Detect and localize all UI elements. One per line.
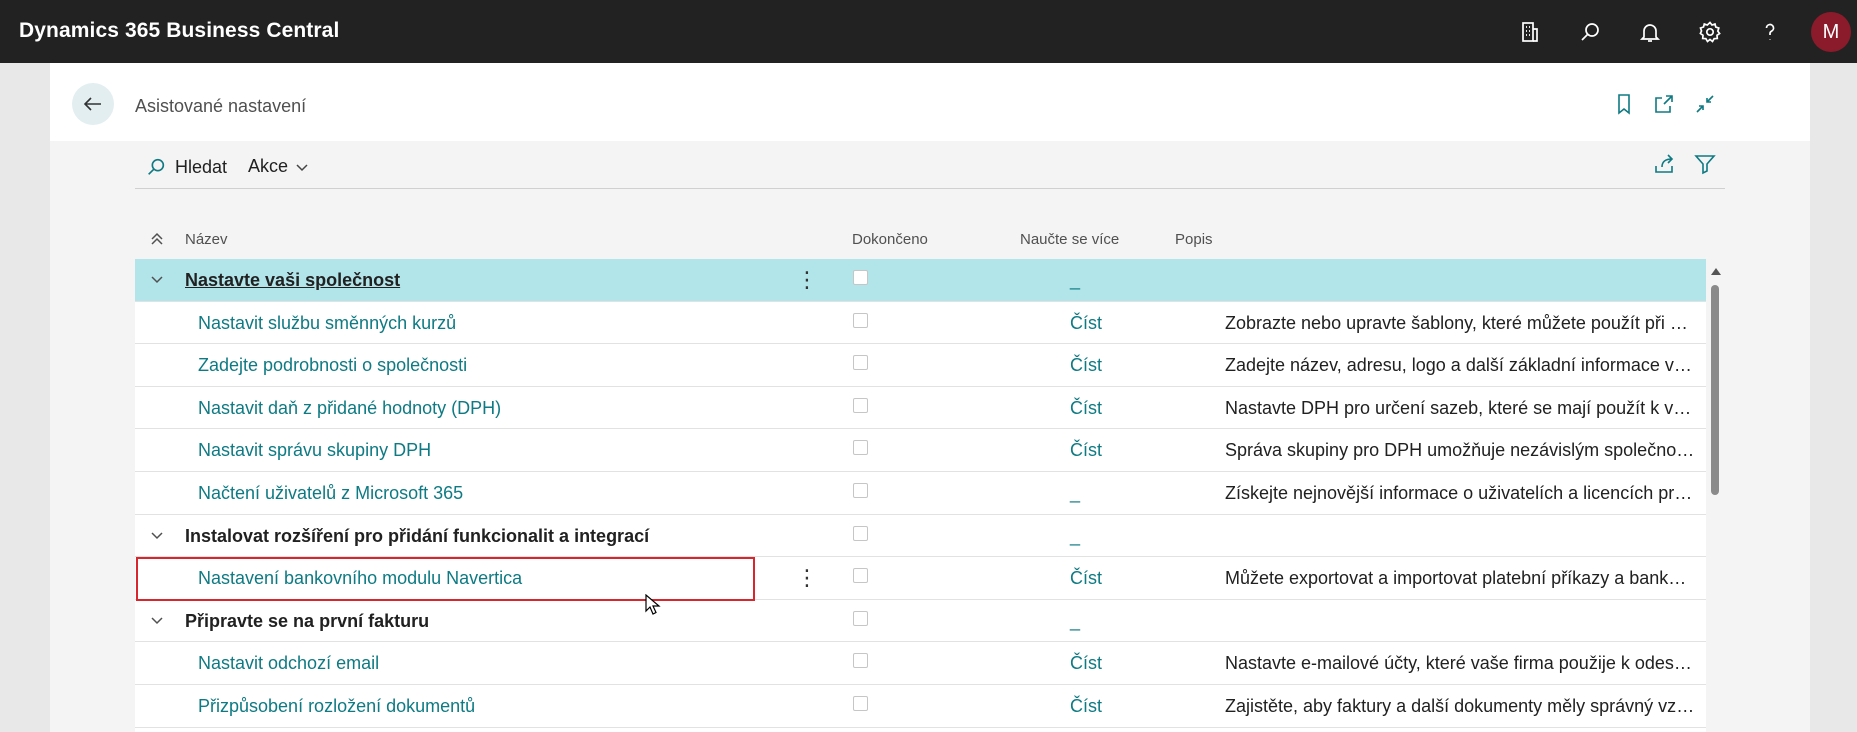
completed-checkbox xyxy=(853,568,868,584)
setup-link[interactable]: Přizpůsobení rozložení dokumentů xyxy=(198,696,475,717)
actions-label: Akce xyxy=(248,156,289,176)
search-icon xyxy=(148,158,165,175)
chevron-down-icon xyxy=(296,163,308,171)
description-text: Můžete exportovat a importovat platební … xyxy=(1225,568,1695,589)
search-label: Hledat xyxy=(175,156,228,177)
setup-link[interactable]: Nastavit odchozí email xyxy=(198,653,379,674)
learn-more-link[interactable]: Číst xyxy=(1070,696,1102,717)
description-text: Zadejte název, adresu, logo a další zákl… xyxy=(1225,355,1695,376)
group-title[interactable]: Instalovat rozšíření pro přidání funkcio… xyxy=(185,526,649,547)
group-title[interactable]: Nastavte vaši společnost xyxy=(185,270,400,291)
completed-checkbox xyxy=(853,696,868,711)
completed-checkbox xyxy=(853,610,868,626)
learn-more-link[interactable]: Číst xyxy=(1070,398,1102,419)
column-header-description[interactable]: Popis xyxy=(1175,231,1213,248)
page-card: Asistované nastavení Hledat Akce Název D… xyxy=(50,63,1810,732)
table-row[interactable]: Nastavit odchozí email Číst Nastavte e-mai… xyxy=(135,642,1706,685)
description-text: Získejte nejnovější informace o uživatel… xyxy=(1225,483,1695,503)
help-icon[interactable] xyxy=(1757,19,1783,45)
chevron-double-up-icon xyxy=(151,232,163,245)
learn-more-link: _ xyxy=(1070,270,1081,290)
back-arrow-icon xyxy=(83,97,101,111)
table-row[interactable]: Zadejte podrobnosti o společnosti Číst Zad… xyxy=(135,344,1706,387)
description-text: Zobrazte nebo upravte šablony, které můž… xyxy=(1225,312,1695,333)
learn-more-link[interactable]: Číst xyxy=(1070,313,1102,334)
description-text: Nastavte DPH pro určení sazeb, které se … xyxy=(1225,397,1695,418)
learn-more-link[interactable]: Číst xyxy=(1070,653,1102,674)
completed-checkbox xyxy=(853,270,868,285)
scroll-up-arrow-icon[interactable] xyxy=(1711,268,1721,275)
scrollbar-thumb[interactable] xyxy=(1711,285,1719,495)
actions-menu-button[interactable]: Akce xyxy=(248,156,310,177)
setup-link[interactable]: Nastavit správu skupiny DPH xyxy=(198,440,431,461)
learn-more-link: _ xyxy=(1070,610,1081,631)
learn-more-link[interactable]: Číst xyxy=(1070,440,1102,461)
toolbar-divider xyxy=(135,188,1725,189)
completed-checkbox xyxy=(853,525,868,541)
bookmark-icon[interactable] xyxy=(1610,90,1638,118)
back-button[interactable] xyxy=(72,83,114,125)
more-options-icon[interactable]: ⋮ xyxy=(796,567,818,589)
column-header-learn-more[interactable]: Naučte se více xyxy=(1020,231,1119,248)
table-row[interactable]: Nastavit službu směnných kurzů Číst Zobraz… xyxy=(135,301,1706,345)
chevron-down-icon[interactable] xyxy=(149,271,167,289)
filter-icon[interactable] xyxy=(1691,150,1719,178)
completed-checkbox xyxy=(853,483,868,498)
chevron-down-icon[interactable] xyxy=(149,527,167,545)
company-icon[interactable] xyxy=(1517,19,1543,45)
group-row[interactable]: Nastavte vaši společnost ⋮ _ xyxy=(135,259,1706,302)
gear-icon[interactable] xyxy=(1697,19,1723,45)
page-title: Asistované nastavení xyxy=(135,96,307,116)
group-title[interactable]: Připravte se na první fakturu xyxy=(185,611,429,632)
search-icon[interactable] xyxy=(1577,19,1603,45)
completed-checkbox xyxy=(853,440,868,456)
group-row[interactable]: Připravte se na první fakturu _ xyxy=(135,599,1706,643)
collapse-icon[interactable] xyxy=(1691,90,1719,118)
table-row[interactable]: Nastavit daň z přidané hodnoty (DPH) Číst… xyxy=(135,386,1706,430)
mouse-cursor-icon xyxy=(645,594,661,615)
description-text: Zajistěte, aby faktury a další dokumenty… xyxy=(1225,696,1695,716)
column-header-completed[interactable]: Dokončeno xyxy=(852,231,928,248)
avatar[interactable]: M xyxy=(1811,12,1851,52)
highlight-annotation xyxy=(136,557,755,601)
setup-link[interactable]: Nastavit službu směnných kurzů xyxy=(198,313,456,334)
learn-more-link[interactable]: Číst xyxy=(1070,568,1102,589)
more-options-icon[interactable]: ⋮ xyxy=(796,269,818,291)
column-header-name[interactable]: Název xyxy=(185,231,228,248)
completed-checkbox xyxy=(853,397,868,413)
app-title[interactable]: Dynamics 365 Business Central xyxy=(19,19,339,43)
completed-checkbox xyxy=(853,355,868,371)
table-row[interactable]: Načtení uživatelů z Microsoft 365 _ Získej… xyxy=(135,472,1706,515)
open-new-window-icon[interactable] xyxy=(1650,90,1678,118)
share-icon[interactable] xyxy=(1650,150,1678,178)
learn-more-link: _ xyxy=(1070,483,1081,503)
chevron-down-icon[interactable] xyxy=(149,612,167,630)
learn-more-link[interactable]: Číst xyxy=(1070,355,1102,376)
top-bar: Dynamics 365 Business Central M xyxy=(0,0,1857,63)
setup-link[interactable]: Nastavit daň z přidané hodnoty (DPH) xyxy=(198,398,501,419)
learn-more-link: _ xyxy=(1070,525,1081,546)
group-row[interactable]: Instalovat rozšíření pro přidání funkcio… xyxy=(135,514,1706,558)
setup-link[interactable]: Načtení uživatelů z Microsoft 365 xyxy=(198,483,463,504)
collapse-all-button[interactable] xyxy=(148,230,168,250)
assisted-setup-list: Nastavte vaši společnost ⋮ _ Nastavit služb… xyxy=(135,259,1706,732)
description-text: Správa skupiny pro DPH umožňuje nezávisl… xyxy=(1225,440,1695,461)
bell-icon[interactable] xyxy=(1637,19,1663,45)
setup-link[interactable]: Zadejte podrobnosti o společnosti xyxy=(198,355,467,376)
table-row[interactable]: Přizpůsobení rozložení dokumentů Číst Zaji… xyxy=(135,685,1706,728)
table-row[interactable]: Nastavit správu skupiny DPH Číst Správa sk… xyxy=(135,429,1706,472)
completed-checkbox xyxy=(853,312,868,328)
completed-checkbox xyxy=(853,653,868,669)
search-button[interactable]: Hledat xyxy=(145,156,227,178)
description-text: Nastavte e-mailové účty, které vaše firm… xyxy=(1225,653,1695,674)
